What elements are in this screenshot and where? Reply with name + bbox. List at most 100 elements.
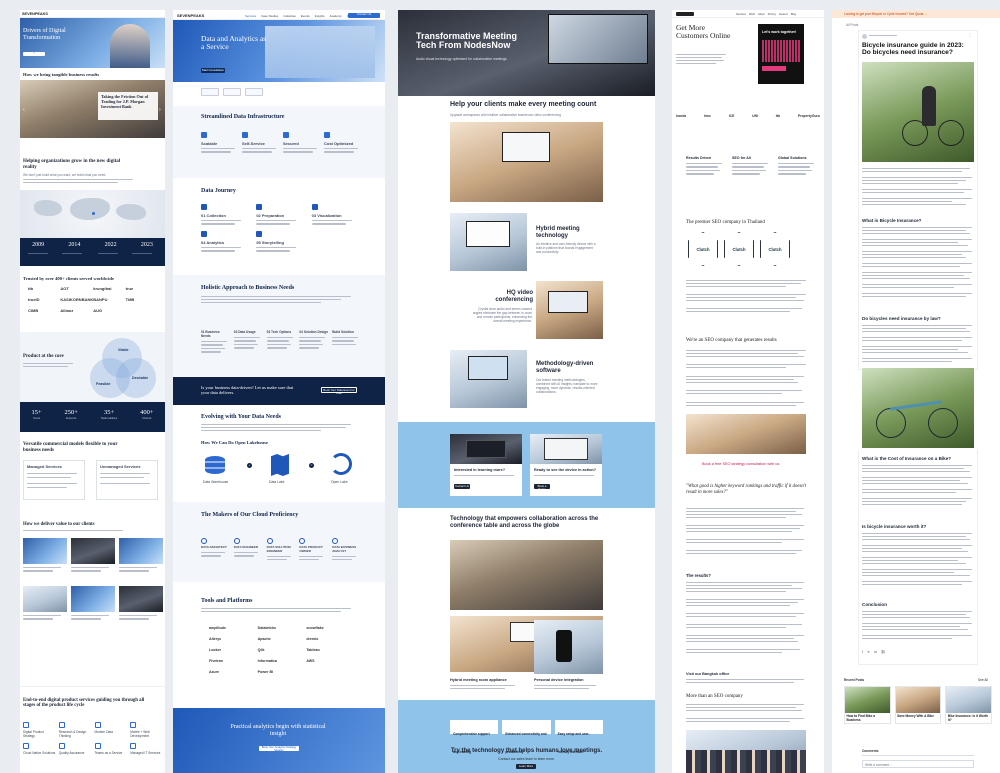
top-banner-text[interactable]: Looking to get your Bicycle or Cycle Ins… bbox=[844, 12, 928, 16]
role-icon bbox=[299, 538, 306, 544]
contact-us-button[interactable]: Contact Us bbox=[454, 484, 470, 489]
world-map bbox=[20, 190, 165, 238]
logo[interactable] bbox=[676, 12, 694, 16]
timeline-year: 2014 bbox=[68, 242, 81, 248]
cta-badge-button[interactable] bbox=[762, 66, 786, 71]
cta-badge-text: Let's work together! bbox=[762, 30, 797, 34]
feature-item: Self-Service bbox=[242, 132, 279, 153]
nav-item[interactable]: Blog bbox=[791, 13, 796, 16]
recent-post-card[interactable]: How to Find Bike a Business bbox=[844, 686, 891, 724]
benefits-row: Comprehensive support and training Enhan… bbox=[450, 720, 603, 754]
service-item[interactable]: Quality Assurance bbox=[58, 743, 92, 755]
service-item[interactable]: Teams as a Service bbox=[94, 743, 128, 755]
service-item[interactable]: Managed IT Services bbox=[130, 743, 163, 755]
phone-photo bbox=[534, 620, 603, 674]
linkedin-icon[interactable]: in bbox=[874, 650, 877, 654]
logo[interactable]: SEVENPEAKS bbox=[22, 12, 48, 16]
service-item[interactable]: Mobile + Web Development bbox=[130, 722, 163, 738]
holistic-col: 04 Solution Design bbox=[299, 330, 328, 349]
client-logo: ICE bbox=[728, 114, 735, 118]
deliver-card[interactable] bbox=[23, 586, 67, 630]
stat: 400+ Clients bbox=[140, 409, 154, 420]
tool-logo: Tableau bbox=[306, 648, 320, 652]
contact-button[interactable]: Contact Us bbox=[348, 12, 380, 18]
nav-item[interactable]: Industries bbox=[283, 14, 296, 18]
deliver-card[interactable] bbox=[71, 538, 115, 582]
nav-item[interactable]: Careers bbox=[779, 13, 788, 16]
services-grid: Digital Product Strategy Research & Desi… bbox=[23, 722, 163, 755]
nav-item[interactable]: About bbox=[758, 13, 765, 16]
consultation-link[interactable]: Book a free SEO strategy consultation wi… bbox=[702, 462, 779, 466]
service-icon bbox=[94, 743, 101, 749]
feature-icon bbox=[201, 132, 207, 138]
service-item[interactable]: Cloud Native Solutions bbox=[23, 743, 56, 755]
benefit-card: Easy setup and user-friendly interface bbox=[554, 720, 603, 754]
holistic-heading: Holistic Approach to Business Needs bbox=[201, 285, 295, 291]
more-heading: More than an SEO company bbox=[686, 694, 743, 699]
logo[interactable]: SEVENPEAKS bbox=[177, 13, 204, 18]
cta-banner-button[interactable]: Book Your Data Event for Free bbox=[321, 387, 357, 394]
deliver-card[interactable] bbox=[23, 538, 67, 582]
book-demo-button[interactable]: Book a Demo bbox=[534, 484, 550, 490]
hero-cta-button[interactable]: Start Consultation bbox=[201, 68, 225, 73]
footer-cta-button[interactable]: Book Your Analytics Strategy Session bbox=[259, 746, 299, 751]
tool-logo: AWS bbox=[306, 659, 315, 663]
deliver-card[interactable] bbox=[71, 586, 115, 630]
tools-heading: Tools and Platforms bbox=[201, 598, 253, 604]
comment-input[interactable]: Write a comment... bbox=[862, 760, 974, 768]
footer-cta: Practical analytics begin with statistic… bbox=[173, 708, 385, 773]
team-group-photo bbox=[686, 730, 806, 773]
journey-step: 05 Storytelling bbox=[256, 230, 305, 252]
streamlined-grid: Scalable Self-Service Secured Cost Optim… bbox=[201, 132, 361, 153]
facebook-icon[interactable]: f bbox=[862, 650, 863, 654]
nav-item[interactable]: Pricing bbox=[768, 13, 776, 16]
lake-label: Data Lake bbox=[269, 480, 285, 484]
nav-menu: Services Work About Pricing Careers Blog bbox=[736, 13, 796, 16]
more-options-icon[interactable]: ⋮ bbox=[968, 32, 972, 37]
holistic-col: Build Solution bbox=[332, 330, 361, 346]
role-icon bbox=[332, 538, 339, 544]
role-icon bbox=[201, 538, 207, 544]
nav-item[interactable]: Case Studies bbox=[261, 14, 278, 18]
hero-cta-button[interactable]: › bbox=[23, 52, 45, 56]
deliver-card[interactable] bbox=[119, 538, 163, 582]
case-card[interactable]: Taking the Friction Out of Trading for J… bbox=[98, 92, 158, 120]
nav-item[interactable]: Academy bbox=[330, 14, 342, 18]
link-icon[interactable]: ⛓ bbox=[881, 650, 886, 654]
navbar: Services Work About Pricing Careers Blog bbox=[672, 10, 824, 18]
service-item[interactable]: Research & Design Thinking bbox=[58, 722, 92, 738]
client-logo: truelD bbox=[28, 297, 40, 302]
hero-cyclist-photo bbox=[862, 62, 974, 162]
breadcrumb[interactable]: All Posts bbox=[846, 23, 858, 27]
tangible-heading: How we bring tangible business results bbox=[23, 72, 100, 77]
carousel-prev-icon[interactable]: ‹ bbox=[23, 107, 25, 113]
stat: 250+ Experts bbox=[64, 409, 78, 420]
timeline-year: 2009 bbox=[32, 242, 45, 248]
timeline-year: 2022 bbox=[104, 242, 117, 248]
pillar: Results Driven bbox=[686, 156, 728, 175]
nav-item[interactable]: Services bbox=[736, 13, 746, 16]
recent-post-card[interactable]: Save Money With A Bike bbox=[894, 686, 942, 724]
see-all-link[interactable]: See All bbox=[978, 678, 988, 682]
learn-more-button[interactable]: Learn More bbox=[516, 764, 536, 769]
service-item[interactable]: Digital Product Strategy bbox=[23, 722, 56, 738]
nav-item[interactable]: Services bbox=[245, 14, 256, 18]
map-pin-icon bbox=[92, 212, 95, 215]
tool-logo: Fivetran bbox=[209, 659, 223, 663]
cta-badge[interactable]: Let's work together! bbox=[758, 24, 804, 84]
service-item[interactable]: Modern Data bbox=[94, 722, 128, 738]
twitter-icon[interactable]: ✕ bbox=[867, 650, 870, 654]
benefit-card: Enhanced connectivity and productivity bbox=[502, 720, 551, 754]
versatile-heading: Versatile commercial models flexible to … bbox=[23, 442, 118, 453]
deliver-card[interactable] bbox=[119, 586, 163, 630]
nav-item[interactable]: Insights bbox=[315, 14, 325, 18]
bike-wheel bbox=[928, 408, 958, 438]
journey-grid: 01 Collection 02 Preparation 03 Visualiz… bbox=[201, 204, 361, 252]
nav-item[interactable]: Work bbox=[749, 13, 755, 16]
carousel-next-icon[interactable]: › bbox=[159, 107, 161, 113]
results-heading: We're an SEO company that generates resu… bbox=[686, 338, 777, 343]
nav-item[interactable]: Events bbox=[301, 14, 310, 18]
recent-post-card[interactable]: Bike Insurance: Is it Worth It? bbox=[945, 686, 993, 724]
pillars: Results Driven SEO for All Global Soluti… bbox=[686, 156, 820, 175]
venn-label: Desirable bbox=[132, 376, 149, 380]
